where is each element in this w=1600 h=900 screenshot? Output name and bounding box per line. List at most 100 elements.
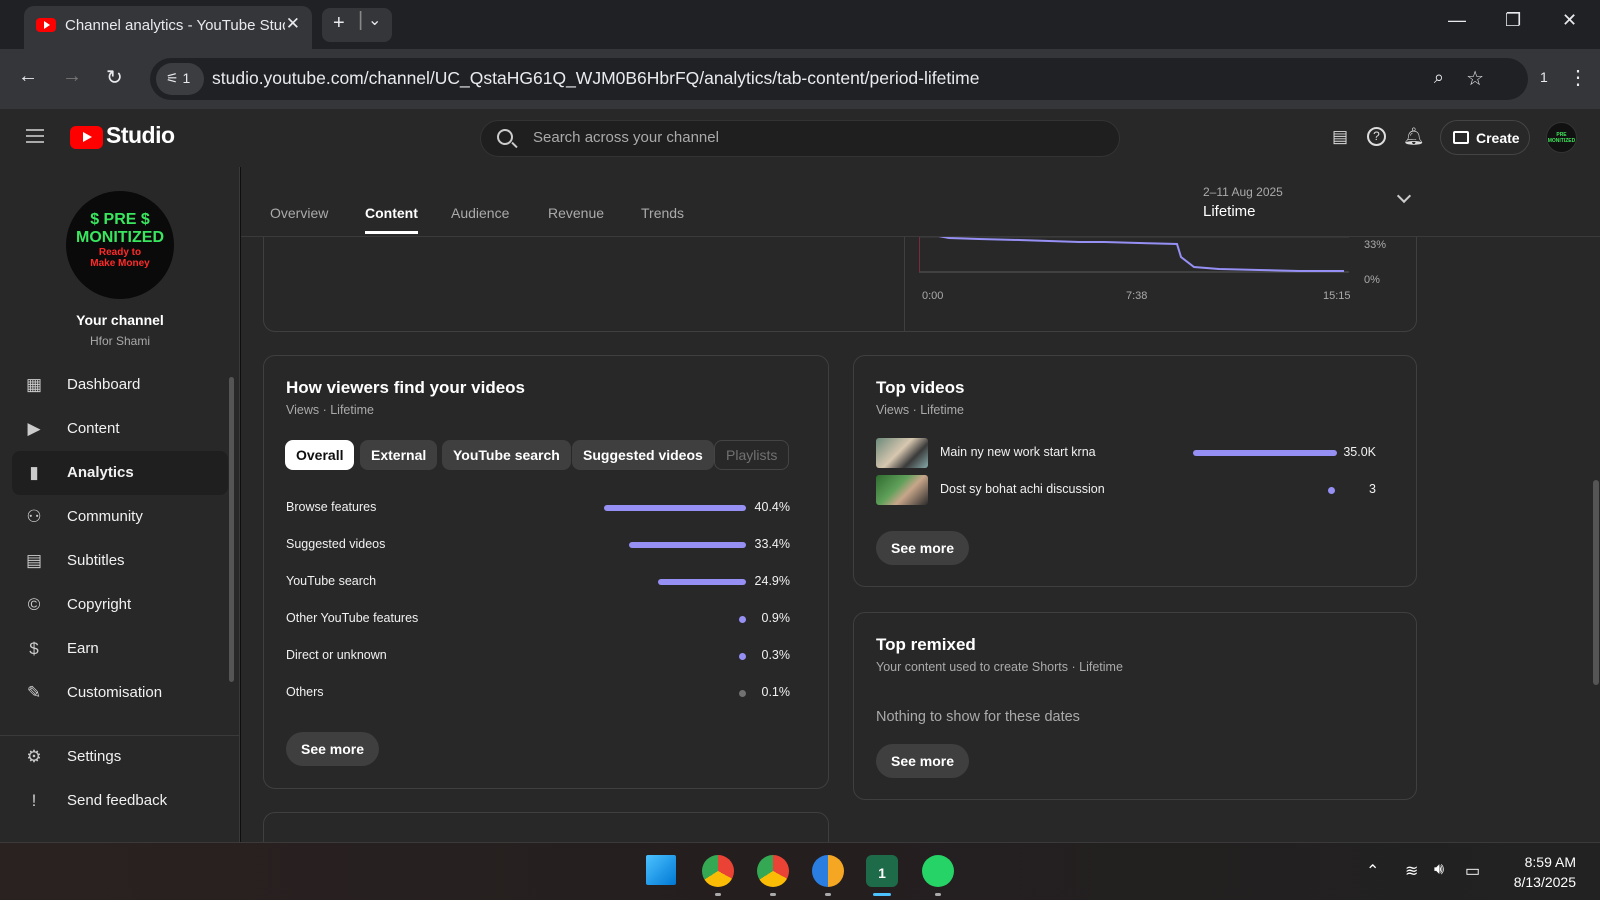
customisation-icon: ✎: [26, 683, 42, 702]
tab-title: Channel analytics - YouTube Studio: [65, 17, 285, 34]
menu-icon[interactable]: [26, 129, 44, 143]
traffic-source-row: Other YouTube features 0.9%: [286, 611, 790, 625]
tab-revenue[interactable]: Revenue: [548, 205, 604, 221]
messages-icon[interactable]: ▤: [1330, 127, 1350, 147]
traffic-bar: [658, 579, 746, 585]
tab-close-icon[interactable]: ✕: [286, 14, 300, 34]
retention-chart[interactable]: [919, 227, 1389, 327]
period-selector[interactable]: 2–11 Aug 2025 Lifetime: [1203, 185, 1283, 220]
top-video-row[interactable]: Main ny new work start krna 35.0K: [876, 438, 1386, 468]
wifi-icon[interactable]: ≋: [1405, 861, 1418, 881]
sidebar-item-copyright[interactable]: © Copyright: [12, 583, 228, 627]
see-more-button[interactable]: See more: [286, 732, 380, 766]
tray-overflow-icon[interactable]: ⌃: [1366, 861, 1379, 881]
site-info-button[interactable]: ⚟ 1: [156, 63, 204, 95]
chrome-icon[interactable]: [702, 855, 734, 887]
zoom-icon[interactable]: ⌕: [1434, 67, 1444, 88]
chevron-down-icon[interactable]: [1396, 188, 1412, 204]
card-title: How viewers find your videos: [286, 378, 526, 397]
forward-button[interactable]: →: [62, 65, 82, 88]
tab-trends[interactable]: Trends: [641, 205, 684, 221]
traffic-sources-card: How viewers find your videos Views · Lif…: [263, 355, 829, 789]
traffic-bar: [604, 505, 746, 511]
see-more-button[interactable]: See more: [876, 744, 970, 778]
sidebar-item-send-feedback[interactable]: ! Send feedback: [12, 779, 228, 823]
account-avatar[interactable]: PRE MONITIZED: [1546, 122, 1577, 153]
sidebar-item-earn[interactable]: $ Earn: [12, 627, 228, 671]
close-window-button[interactable]: ✕: [1562, 10, 1577, 31]
running-indicator: [770, 893, 776, 896]
see-more-button[interactable]: See more: [876, 531, 970, 565]
views-bar: [1193, 450, 1337, 456]
card-subtitle: Views · Lifetime: [286, 403, 374, 417]
chip-suggested-videos[interactable]: Suggested videos: [572, 440, 714, 470]
chip-youtube-search[interactable]: YouTube search: [442, 440, 571, 470]
volume-icon[interactable]: 🔊︎: [1434, 861, 1444, 879]
period-label: Lifetime: [1203, 203, 1256, 220]
tab-overview[interactable]: Overview: [270, 205, 328, 221]
channel-name: Hfor Shami: [89, 334, 151, 348]
sidebar-scrollbar[interactable]: [229, 377, 234, 682]
card-subtitle: Your content used to create Shorts · Lif…: [876, 660, 1123, 674]
studio-header: Studio ▤ ? 🔔︎ Create PRE MONITIZED: [0, 109, 1600, 167]
notification-app-icon[interactable]: 1: [866, 855, 898, 887]
help-icon[interactable]: ?: [1367, 127, 1386, 146]
chip-external[interactable]: External: [360, 440, 438, 470]
traffic-source-row: Suggested videos 33.4%: [286, 537, 790, 551]
youtube-favicon-icon: [36, 18, 56, 32]
system-clock[interactable]: 8:59 AM 8/13/2025: [1514, 852, 1576, 892]
whatsapp-icon[interactable]: [922, 855, 954, 887]
top-remixed-card: Top remixed Your content used to create …: [853, 612, 1417, 800]
traffic-bar: [739, 616, 746, 623]
top-video-row[interactable]: Dost sy bohat achi discussion 3: [876, 475, 1386, 505]
running-indicator: [825, 893, 831, 896]
create-button[interactable]: Create: [1440, 120, 1530, 155]
sidebar-item-settings[interactable]: ⚙ Settings: [12, 735, 228, 779]
traffic-source-row: Direct or unknown 0.3%: [286, 648, 790, 662]
traffic-bar: [739, 690, 746, 697]
url-text[interactable]: studio.youtube.com/channel/UC_QstaHG61Q_…: [212, 68, 979, 89]
tab-list-button[interactable]: ⌄: [368, 10, 381, 30]
channel-search[interactable]: [480, 120, 1120, 157]
search-icon: [497, 129, 513, 145]
tab-audience[interactable]: Audience: [451, 205, 509, 221]
extensions-count[interactable]: 1: [1540, 69, 1548, 85]
video-thumbnail[interactable]: [876, 438, 928, 468]
sidebar-item-analytics[interactable]: ▮ Analytics: [12, 451, 228, 495]
tab-content[interactable]: Content: [365, 205, 418, 234]
browser-tab[interactable]: Channel analytics - YouTube Studio ✕: [24, 6, 312, 49]
retention-divider: [904, 227, 905, 332]
app-x-icon[interactable]: [812, 855, 844, 887]
channel-avatar[interactable]: $ PRE $ MONITIZED Ready to Make Money: [66, 191, 174, 299]
y-tick-33: 33%: [1364, 239, 1387, 251]
sidebar-item-community[interactable]: ⚇ Community: [12, 495, 228, 539]
new-tab-button[interactable]: +: [333, 12, 345, 35]
page-scrollbar-thumb[interactable]: [1593, 480, 1599, 685]
reload-button[interactable]: ↻: [106, 65, 123, 90]
battery-icon[interactable]: ▭: [1465, 861, 1480, 881]
chip-overall[interactable]: Overall: [285, 440, 355, 470]
chrome-profile-icon[interactable]: [757, 855, 789, 887]
sidebar-item-subtitles[interactable]: ▤ Subtitles: [12, 539, 228, 583]
chip-playlists: Playlists: [714, 440, 790, 470]
restore-button[interactable]: ❐: [1505, 10, 1521, 31]
browser-menu-button[interactable]: ⋮: [1568, 65, 1588, 90]
studio-logo-text[interactable]: Studio: [106, 122, 175, 149]
notifications-bell-icon[interactable]: 🔔︎: [1403, 127, 1425, 147]
address-bar[interactable]: ⚟ 1 studio.youtube.com/channel/UC_QstaHG…: [150, 58, 1528, 100]
sidebar-item-customisation[interactable]: ✎ Customisation: [12, 671, 228, 715]
video-thumbnail[interactable]: [876, 475, 928, 505]
y-tick-0: 0%: [1364, 274, 1380, 286]
sidebar-item-dashboard[interactable]: ▦ Dashboard: [12, 363, 228, 407]
back-button[interactable]: ←: [18, 65, 38, 88]
traffic-bar: [739, 653, 746, 660]
search-input[interactable]: [533, 129, 1093, 146]
x-tick-mid: 7:38: [1126, 290, 1148, 302]
sidebar-item-content[interactable]: ▶ Content: [12, 407, 228, 451]
minimize-button[interactable]: —: [1448, 10, 1466, 31]
bookmark-star-icon[interactable]: ☆: [1466, 66, 1484, 91]
youtube-logo-icon[interactable]: [70, 126, 103, 149]
analytics-main: 33% 0% 0:00 7:38 15:15 Overview Content …: [241, 167, 1600, 842]
windows-taskbar: 1 ⌃ ≋ 🔊︎ ▭ 8:59 AM 8/13/2025: [0, 842, 1600, 900]
windows-start-icon[interactable]: [646, 855, 676, 885]
